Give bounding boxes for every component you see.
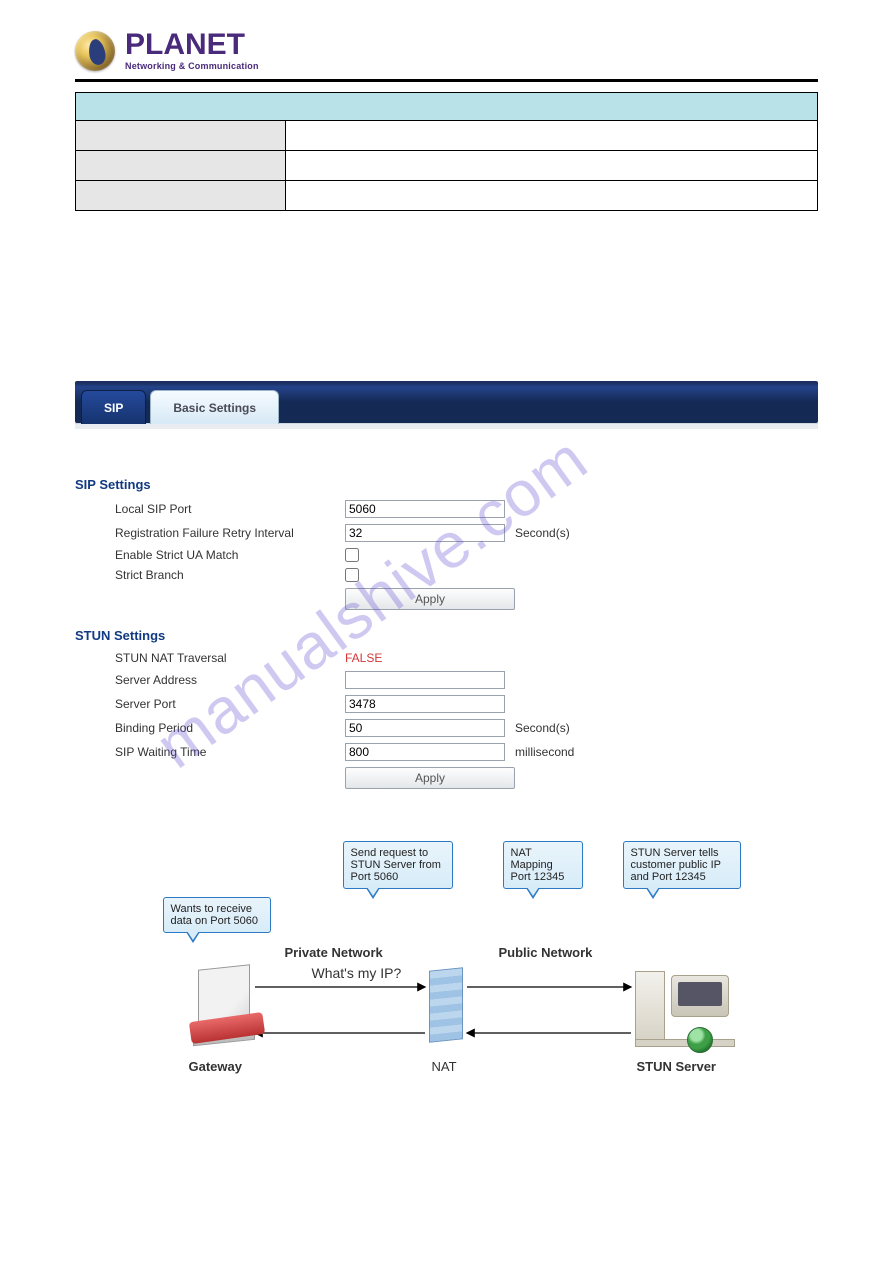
stun-server-addr-input[interactable] <box>345 671 505 689</box>
blank-table <box>75 92 818 211</box>
gateway-label: Gateway <box>189 1059 242 1074</box>
strict-ua-label: Enable Strict UA Match <box>115 548 345 562</box>
retry-interval-label: Registration Failure Retry Interval <box>115 526 345 540</box>
stun-server-addr-label: Server Address <box>115 673 345 687</box>
stun-wait-label: SIP Waiting Time <box>115 745 345 759</box>
section-stun-settings: STUN Settings <box>75 628 818 643</box>
nat-icon <box>429 967 463 1043</box>
header-divider <box>75 79 818 82</box>
stun-wait-unit: millisecond <box>515 745 625 759</box>
strict-ua-checkbox[interactable] <box>345 548 359 562</box>
nat-label: NAT <box>432 1059 457 1074</box>
stun-binding-unit: Second(s) <box>515 721 625 735</box>
section-sip-settings: SIP Settings <box>75 477 818 492</box>
brand-header: PLANET Networking & Communication <box>75 30 818 71</box>
tab-sip[interactable]: SIP <box>81 390 146 424</box>
stun-server-label: STUN Server <box>637 1059 716 1074</box>
stun-diagram: Wants to receive data on Port 5060 Send … <box>157 827 737 1087</box>
stun-wait-input[interactable] <box>345 743 505 761</box>
stun-server-port-label: Server Port <box>115 697 345 711</box>
stun-binding-label: Binding Period <box>115 721 345 735</box>
strict-branch-label: Strict Branch <box>115 568 345 582</box>
stun-server-base-icon <box>635 1039 735 1047</box>
brand-tagline: Networking & Communication <box>125 62 259 71</box>
strict-branch-checkbox[interactable] <box>345 568 359 582</box>
planet-logo-icon <box>75 31 115 71</box>
tab-basic-settings[interactable]: Basic Settings <box>150 390 279 424</box>
stun-nat-value: FALSE <box>345 651 515 665</box>
retry-interval-input[interactable] <box>345 524 505 542</box>
tab-bar: SIP Basic Settings <box>75 381 818 423</box>
local-sip-port-input[interactable] <box>345 500 505 518</box>
stun-server-monitor-icon <box>671 975 729 1017</box>
stun-binding-input[interactable] <box>345 719 505 737</box>
brand-name: PLANET <box>125 30 259 60</box>
local-sip-port-label: Local SIP Port <box>115 502 345 516</box>
stun-nat-label: STUN NAT Traversal <box>115 651 345 665</box>
retry-interval-unit: Second(s) <box>515 526 625 540</box>
globe-icon <box>687 1027 713 1053</box>
stun-server-tower-icon <box>635 971 665 1043</box>
stun-apply-button[interactable]: Apply <box>345 767 515 789</box>
sip-apply-button[interactable]: Apply <box>345 588 515 610</box>
stun-server-port-input[interactable] <box>345 695 505 713</box>
